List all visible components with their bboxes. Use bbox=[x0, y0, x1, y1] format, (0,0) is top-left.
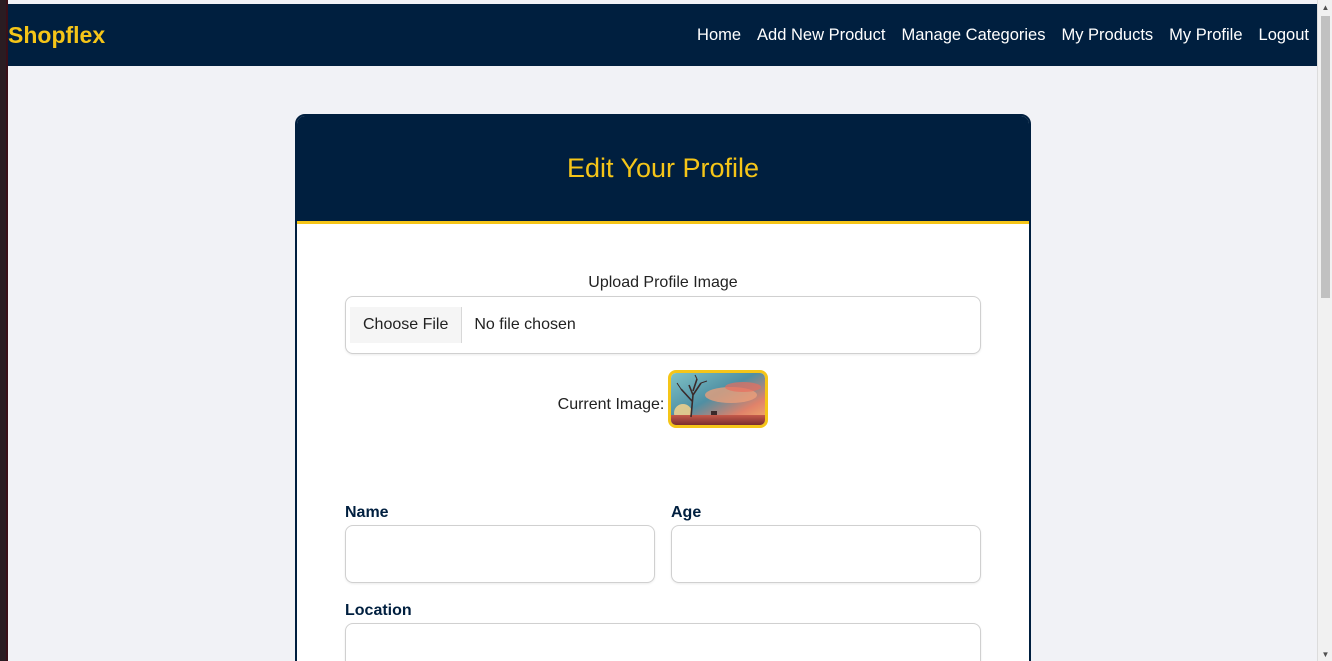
nav-link-my-products[interactable]: My Products bbox=[1061, 26, 1153, 45]
profile-image-file-input[interactable]: Choose File No file chosen bbox=[345, 296, 981, 354]
nav-links: Home Add New Product Manage Categories M… bbox=[681, 26, 1317, 45]
edit-profile-card: Edit Your Profile Upload Profile Image C… bbox=[295, 114, 1031, 661]
nav-link-my-profile[interactable]: My Profile bbox=[1169, 26, 1242, 45]
current-image-row: Current Image: bbox=[297, 370, 1029, 428]
page-viewport: Shopflex Home Add New Product Manage Cat… bbox=[0, 0, 1332, 661]
current-image-label: Current Image: bbox=[557, 396, 665, 413]
card-header: Edit Your Profile bbox=[297, 116, 1029, 224]
nav-link-add-new-product[interactable]: Add New Product bbox=[757, 26, 885, 45]
current-profile-image bbox=[668, 370, 769, 428]
nav-link-logout[interactable]: Logout bbox=[1259, 26, 1309, 45]
scroll-down-icon[interactable]: ▼ bbox=[1318, 647, 1332, 661]
page-title: Edit Your Profile bbox=[566, 153, 760, 183]
profile-image-thumbnail bbox=[671, 373, 766, 425]
nav-link-home[interactable]: Home bbox=[697, 26, 741, 45]
upload-profile-image-label: Upload Profile Image bbox=[588, 274, 738, 291]
name-label: Name bbox=[345, 504, 389, 521]
name-input[interactable] bbox=[345, 525, 655, 583]
age-input[interactable] bbox=[671, 525, 981, 583]
scrollbar-thumb[interactable] bbox=[1321, 16, 1330, 298]
nav-link-manage-categories[interactable]: Manage Categories bbox=[901, 26, 1045, 45]
location-label: Location bbox=[345, 602, 412, 619]
age-label: Age bbox=[671, 504, 702, 521]
scroll-up-icon[interactable]: ▲ bbox=[1318, 0, 1332, 14]
choose-file-button[interactable]: Choose File bbox=[350, 307, 463, 343]
page-scrollbar[interactable]: ▲ ▼ bbox=[1317, 0, 1332, 661]
file-status-text: No file chosen bbox=[474, 316, 576, 333]
window-left-edge bbox=[0, 0, 8, 661]
brand-logo[interactable]: Shopflex bbox=[8, 22, 105, 49]
location-input[interactable] bbox=[345, 623, 981, 661]
top-navbar: Shopflex Home Add New Product Manage Cat… bbox=[8, 4, 1317, 66]
